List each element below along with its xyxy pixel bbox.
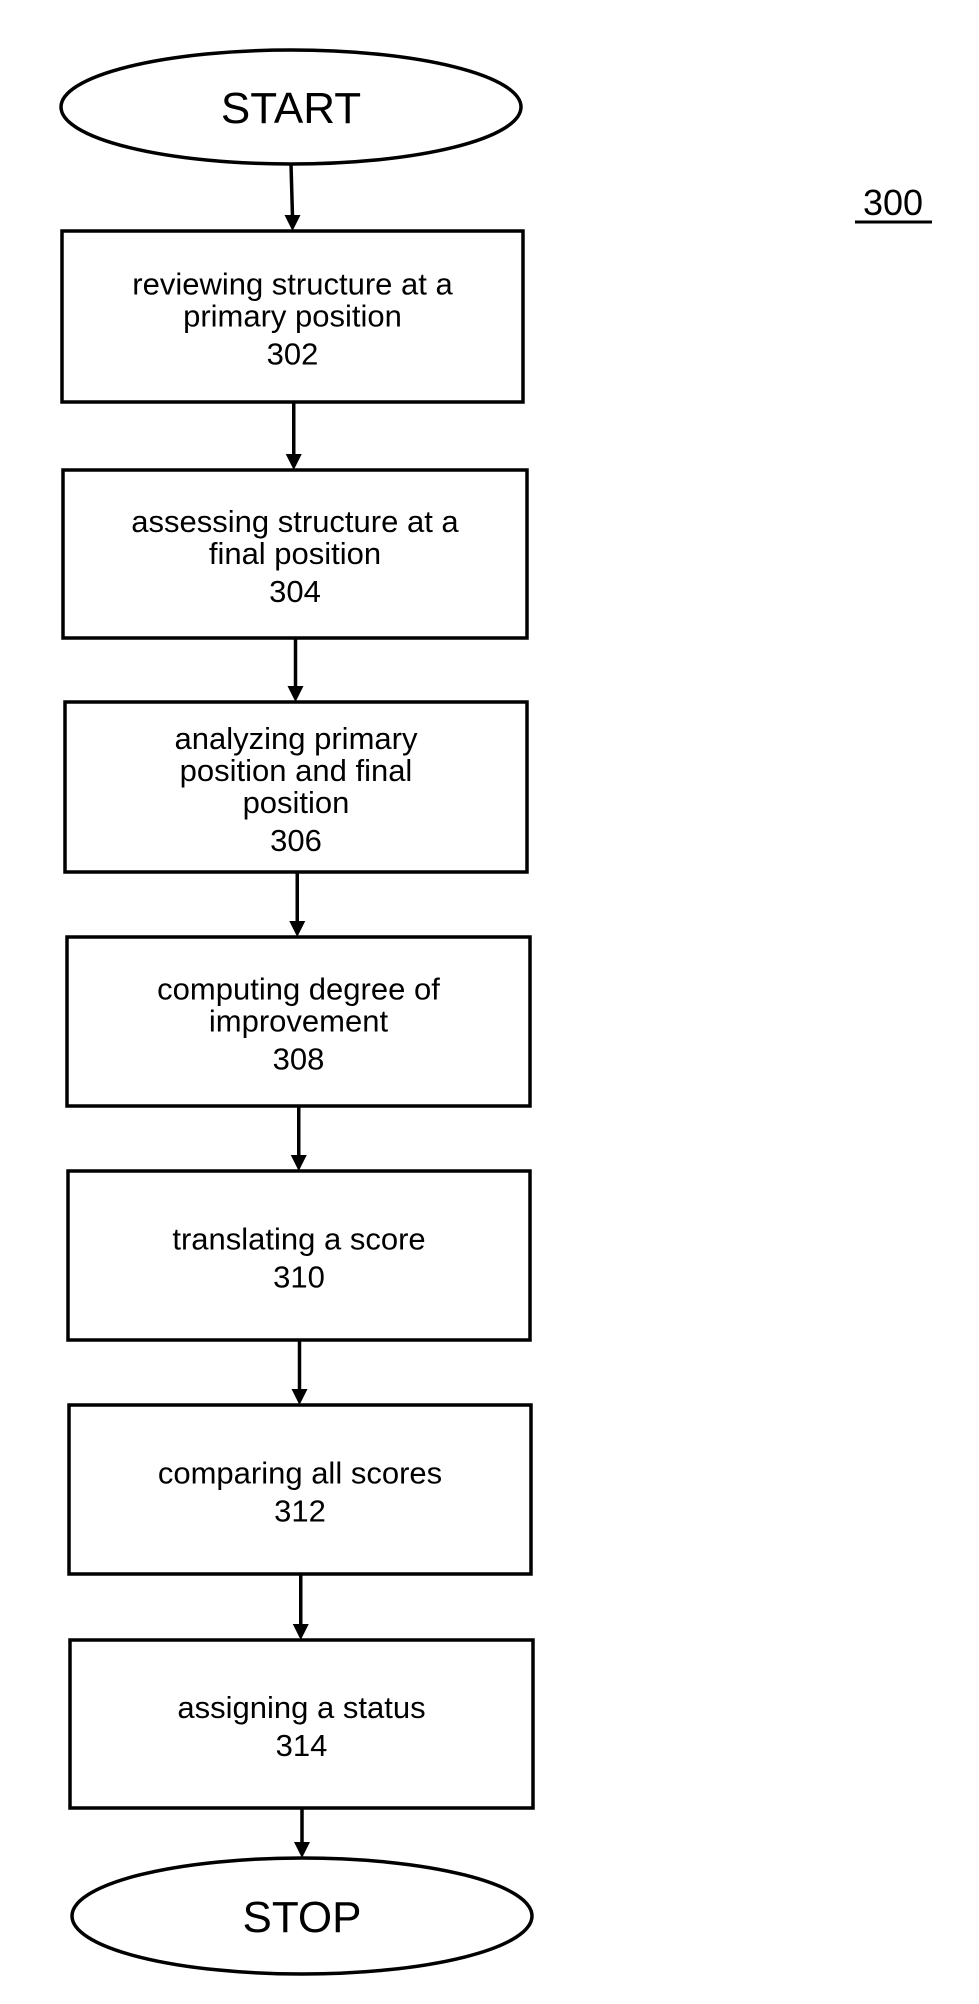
edge-312-to-314 [292, 1574, 309, 1640]
process-step-306: analyzing primaryposition and finalposit… [63, 700, 529, 874]
process-step-312: comparing all scores312 [67, 1403, 533, 1576]
step-reference-number: 308 [273, 1042, 325, 1077]
step-description-line: computing degree of [157, 972, 440, 1007]
arrow-down-icon [287, 686, 304, 702]
arrow-down-icon [289, 921, 306, 937]
figure-reference-label: 300 [855, 182, 932, 224]
step-description-line: final position [209, 536, 381, 571]
step-description-line: assessing structure at a [131, 504, 459, 539]
arrow-down-icon [291, 1389, 308, 1405]
step-reference-number: 306 [270, 823, 322, 858]
step-description-line: analyzing primary [175, 721, 418, 756]
step-description-line: position [243, 785, 350, 820]
process-step-302: reviewing structure at aprimary position… [60, 229, 525, 404]
step-reference-number: 304 [269, 574, 321, 609]
edge-308-to-310 [290, 1106, 307, 1171]
process-step-314: assigning a status314 [68, 1638, 535, 1810]
arrow-down-icon [292, 1624, 309, 1640]
edge-304-to-306 [287, 638, 304, 702]
stop-terminal: STOP [70, 1856, 534, 1976]
arrow-down-icon [285, 454, 302, 470]
arrow-down-icon [294, 1842, 310, 1858]
start-terminal: START [59, 48, 523, 166]
edge-306-to-308 [289, 872, 306, 937]
steps-layer: reviewing structure at aprimary position… [60, 229, 535, 1810]
stop-label: STOP [242, 1893, 361, 1942]
step-description-line: reviewing structure at a [132, 267, 453, 302]
edge-314-to-stop [294, 1808, 310, 1858]
arrow-down-icon [290, 1155, 307, 1171]
step-description-line: translating a score [172, 1222, 425, 1257]
start-label: START [221, 84, 361, 133]
process-step-304: assessing structure at afinal position30… [61, 468, 529, 640]
flowchart-diagram: 300 START reviewing structure at aprimar… [59, 48, 932, 1976]
edge-310-to-312 [291, 1340, 308, 1405]
step-reference-number: 310 [273, 1260, 325, 1295]
step-reference-number: 302 [267, 337, 319, 372]
step-description-line: primary position [183, 299, 402, 334]
step-reference-number: 314 [276, 1728, 328, 1763]
step-description-line: assigning a status [177, 1690, 425, 1725]
step-description-line: improvement [209, 1004, 389, 1039]
step-description-line: comparing all scores [158, 1456, 442, 1491]
edge-start-to-302 [284, 163, 301, 231]
step-description-line: position and final [180, 753, 413, 788]
connector-line [289, 163, 295, 218]
step-reference-number: 312 [274, 1494, 326, 1529]
edge-302-to-304 [285, 402, 302, 470]
process-step-310: translating a score310 [66, 1169, 532, 1342]
process-step-308: computing degree ofimprovement308 [65, 935, 532, 1108]
figure-number: 300 [863, 182, 923, 223]
arrow-down-icon [284, 215, 301, 231]
